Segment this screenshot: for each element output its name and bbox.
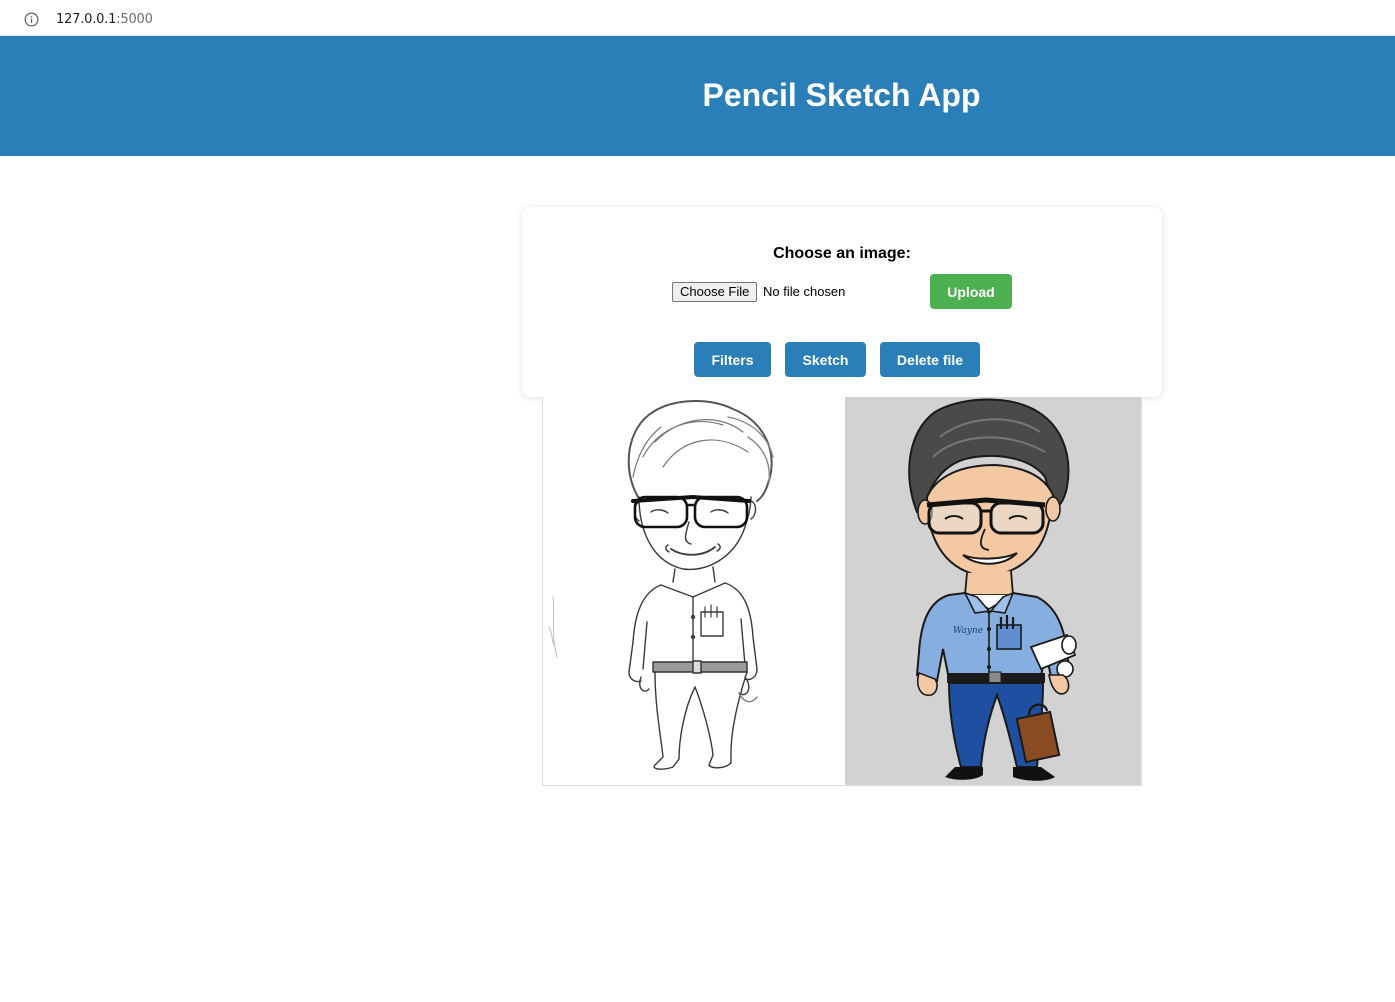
delete-file-button[interactable]: Delete file (880, 342, 980, 377)
original-image: Wayne (845, 397, 1141, 785)
file-status-text: No file chosen (763, 284, 846, 299)
url-box[interactable]: 127.0.0.1:5000 (4, 3, 1395, 31)
sketch-illustration (548, 400, 774, 770)
url-text[interactable]: 127.0.0.1:5000 (56, 12, 153, 27)
app-header: Pencil Sketch App (0, 36, 1395, 156)
browser-address-bar: 127.0.0.1:5000 (0, 0, 1395, 36)
info-icon[interactable] (24, 12, 39, 27)
cartoon-illustration: Wayne (908, 398, 1077, 781)
shirt-name-text: Wayne (953, 626, 983, 636)
upload-card: Choose an image: Choose File No file cho… (522, 207, 1162, 397)
page-title: Pencil Sketch App (702, 77, 981, 113)
sketch-image (543, 397, 845, 785)
filters-button[interactable]: Filters (694, 342, 771, 377)
choose-image-label: Choose an image: (773, 245, 911, 262)
result-image: Wayne (542, 397, 1142, 786)
url-host: 127.0.0.1 (56, 12, 117, 27)
upload-button[interactable]: Upload (930, 274, 1012, 309)
sketch-button[interactable]: Sketch (785, 342, 866, 377)
url-port: :5000 (116, 12, 153, 27)
choose-file-button[interactable]: Choose File (672, 282, 758, 302)
